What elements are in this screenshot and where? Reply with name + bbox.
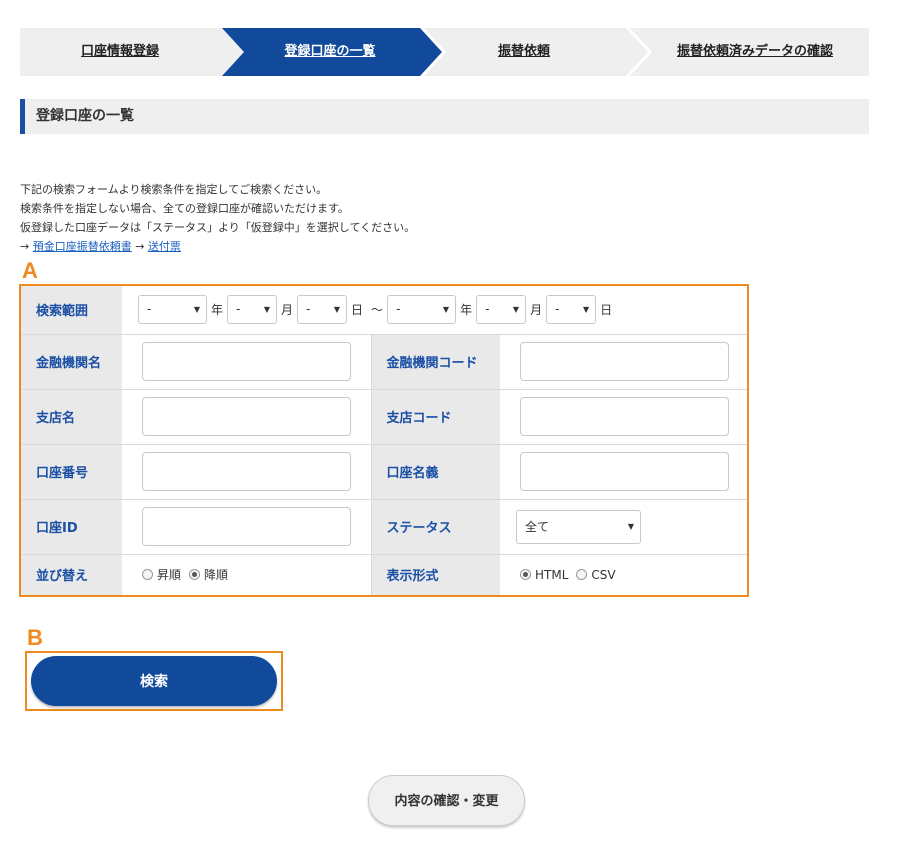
annotation-mark-b: B <box>27 625 43 650</box>
account-number-label: 口座番号 <box>21 444 122 500</box>
chevron-down-icon: ▼ <box>627 521 634 531</box>
sort-asc-label: 昇順 <box>157 568 182 583</box>
account-holder-label: 口座名義 <box>370 444 500 500</box>
description: 下記の検索フォームより検索条件を指定してご検索ください。 検索条件を指定しない場… <box>20 180 415 256</box>
account-holder-input[interactable] <box>520 452 729 491</box>
branch-code-input[interactable] <box>520 397 729 436</box>
sort-desc-label: 降順 <box>204 568 229 583</box>
format-csv-radio[interactable] <box>576 569 588 581</box>
step-navigation: 口座情報登録 登録口座の一覧 振替依頼 振替依頼済みデータの確認 <box>20 28 869 76</box>
sort-label: 並び替え <box>21 554 122 595</box>
chevron-down-icon: ▼ <box>263 305 271 315</box>
chevron-down-icon: ▼ <box>442 305 450 315</box>
format-csv-label: CSV <box>591 567 616 582</box>
bank-name-input[interactable] <box>142 342 351 381</box>
link-transfer-request-form[interactable]: 預金口座振替依頼書 <box>33 240 132 253</box>
form-row-id-status: 口座ID ステータス 全て ▼ <box>21 499 747 555</box>
format-label: 表示形式 <box>370 554 500 595</box>
sort-radio-group: 昇順 降順 <box>142 566 371 583</box>
account-id-label: 口座ID <box>21 499 122 555</box>
bank-code-input[interactable] <box>520 342 729 381</box>
format-radio-group: HTML CSV <box>520 568 747 582</box>
from-year-select[interactable]: - ▼ <box>138 295 207 325</box>
account-id-input[interactable] <box>142 507 351 546</box>
branch-name-label: 支店名 <box>21 389 122 445</box>
annotation-mark-a: A <box>22 258 38 283</box>
status-label: ステータス <box>370 499 500 555</box>
account-number-input[interactable] <box>142 452 351 491</box>
description-line-3: 仮登録した口座データは「ステータス」より「仮登録中」を選択してください。 <box>20 221 416 234</box>
chevron-down-icon: ▼ <box>193 305 200 315</box>
bank-name-label: 金融機関名 <box>21 334 122 390</box>
step-transfer-request[interactable]: 振替依頼 <box>450 28 598 76</box>
form-row-bank: 金融機関名 金融機関コード <box>21 334 747 390</box>
format-html-label: HTML <box>535 567 569 582</box>
branch-code-label: 支店コード <box>370 389 500 445</box>
description-links: → 預金口座振替依頼書 → 送付票 <box>20 237 415 256</box>
format-html-radio[interactable] <box>520 569 531 581</box>
sort-desc-radio[interactable] <box>189 569 201 581</box>
form-row-sort-format: 並び替え 昇順 降順 表示形式 HTML CSV <box>21 554 747 595</box>
search-button[interactable]: 検索 <box>31 656 277 706</box>
step-requested-data-check[interactable]: 振替依頼済みデータの確認 <box>650 28 860 76</box>
branch-name-input[interactable] <box>142 397 351 436</box>
form-row-search-range: 検索範囲 - ▼ 年 - ▼ 月 - ▼ 日 ～ - ▼ 年 - ▼ 月 - ▼ 日 <box>21 286 747 335</box>
chevron-down-icon: ▼ <box>582 305 590 315</box>
to-month-select[interactable]: - ▼ <box>476 295 527 325</box>
arrow-text: → <box>135 240 145 253</box>
from-day-select[interactable]: - ▼ <box>297 295 348 325</box>
date-range: - ▼ 年 - ▼ 月 - ▼ 日 ～ - ▼ 年 - ▼ 月 - ▼ 日 <box>122 295 747 325</box>
status-select[interactable]: 全て ▼ <box>516 509 641 544</box>
page-title: 登録口座の一覧 <box>36 108 134 124</box>
chevron-down-icon: ▼ <box>512 305 520 315</box>
description-line-1: 下記の検索フォームより検索条件を指定してご検索ください。 <box>20 183 328 196</box>
form-row-branch: 支店名 支店コード <box>21 389 747 445</box>
search-form-table: 検索範囲 - ▼ 年 - ▼ 月 - ▼ 日 ～ - ▼ 年 - ▼ 月 - ▼ 日 <box>21 286 747 595</box>
bank-code-label: 金融機関コード <box>370 334 500 390</box>
to-day-select[interactable]: - ▼ <box>546 295 597 325</box>
link-cover-sheet[interactable]: 送付票 <box>148 240 181 253</box>
section-heading: 登録口座の一覧 <box>20 99 869 134</box>
chevron-down-icon: ▼ <box>333 305 341 315</box>
description-line-2: 検索条件を指定しない場合、全ての登録口座が確認いただけます。 <box>20 202 349 215</box>
confirm-change-button[interactable]: 内容の確認・変更 <box>368 775 525 826</box>
step-account-registration[interactable]: 口座情報登録 <box>40 28 200 76</box>
sort-asc-radio[interactable] <box>142 569 153 581</box>
form-row-account: 口座番号 口座名義 <box>21 444 747 500</box>
search-range-label: 検索範囲 <box>21 286 122 335</box>
step-registered-list[interactable]: 登録口座の一覧 <box>240 28 420 76</box>
arrow-text: → <box>20 240 30 253</box>
to-year-select[interactable]: - ▼ <box>387 295 457 325</box>
from-month-select[interactable]: - ▼ <box>227 295 278 325</box>
search-form: 検索範囲 - ▼ 年 - ▼ 月 - ▼ 日 ～ - ▼ 年 - ▼ 月 - ▼ 日 <box>21 286 747 595</box>
tilde: ～ <box>371 303 384 318</box>
